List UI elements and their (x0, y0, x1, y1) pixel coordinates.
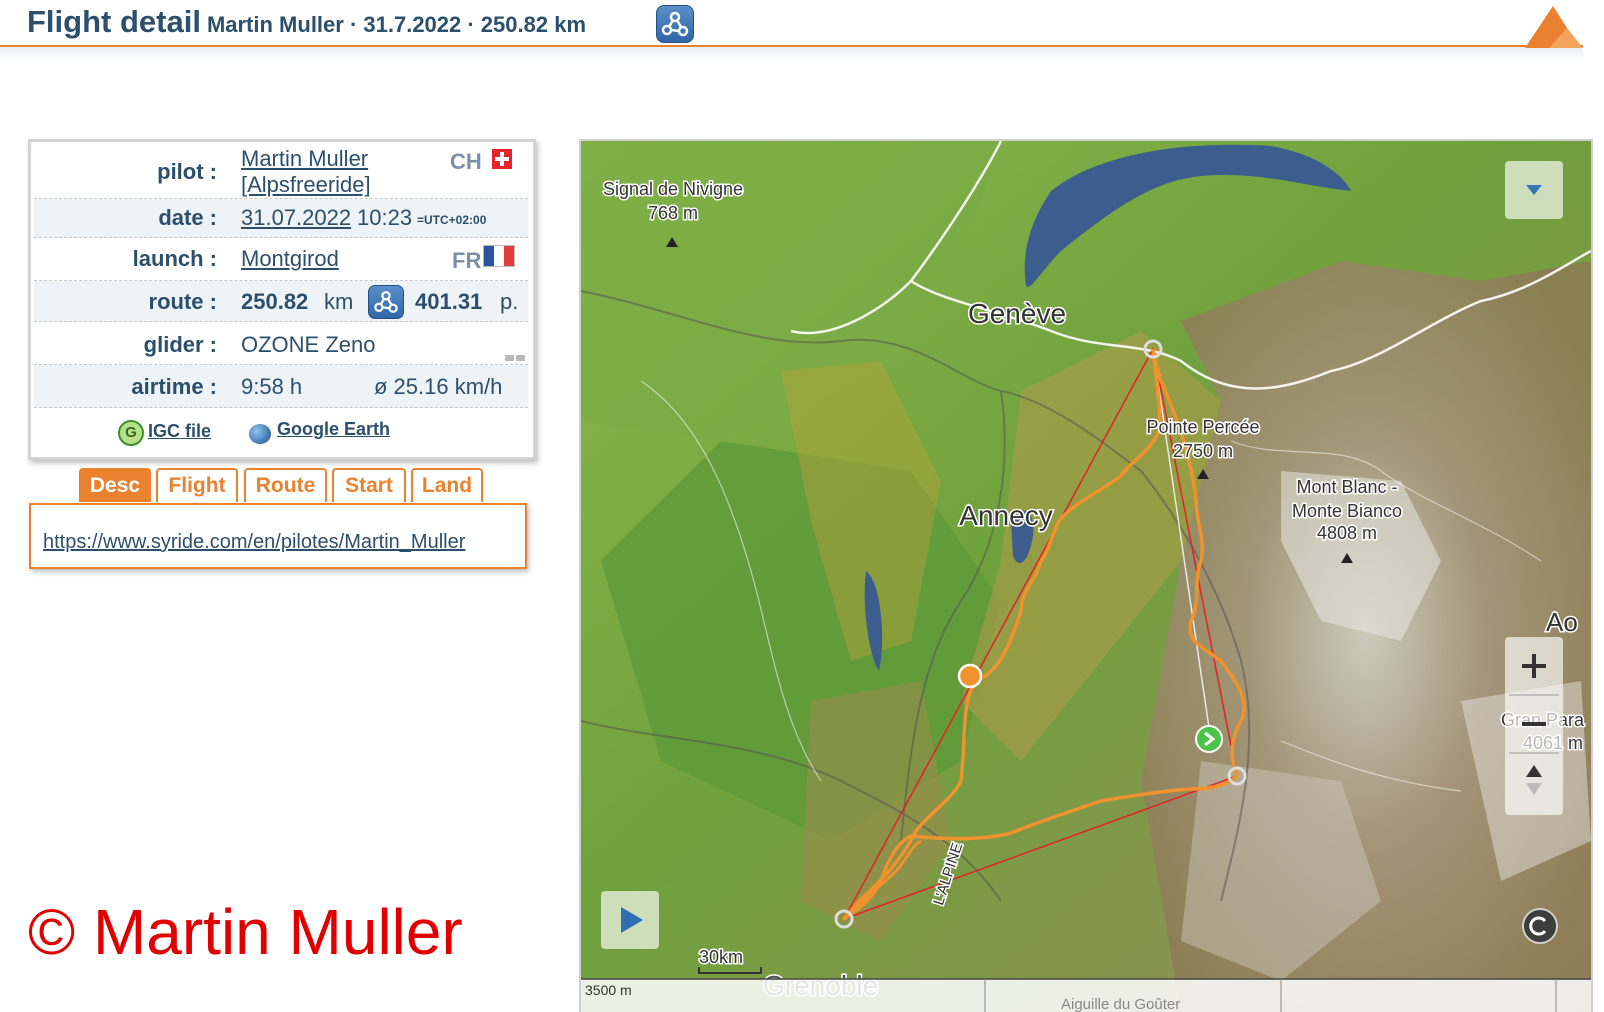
launch-country-code: FR (452, 248, 482, 273)
map-label-pointe-name: Pointe Percée (1146, 417, 1259, 437)
tilt-up-icon[interactable] (1526, 765, 1542, 777)
zoom-control (1505, 637, 1563, 815)
map-label-aosta: Ao (1546, 607, 1578, 637)
copyright-watermark: © Martin Muller (28, 896, 463, 968)
map-label-mont-blanc-2: Monte Bianco (1292, 501, 1402, 521)
route-row: route : 250.82 km 401.31 p. (34, 281, 528, 322)
pilot-label: pilot : (157, 159, 217, 184)
route-points: 401.31 (415, 289, 483, 314)
route-points-unit: p. (500, 289, 519, 314)
pilot-country-code: CH (450, 149, 482, 174)
site-logo-icon[interactable] (1525, 4, 1583, 48)
average-speed: ø 25.16 km/h (374, 374, 503, 399)
date-label: date : (158, 205, 217, 230)
route-label: route : (148, 289, 217, 314)
map-label-signal-alt: 768 m (648, 203, 698, 223)
google-earth-icon[interactable] (249, 424, 271, 444)
tab-start[interactable]: Start (332, 468, 406, 502)
zoom-control-icons (1509, 654, 1559, 795)
pilot-row: pilot : Martin Muller [Alpsfreeride] CH (34, 142, 528, 199)
resize-handle[interactable] (505, 355, 527, 361)
tab-desc[interactable]: Desc (79, 468, 151, 502)
map-label-pointe-alt: 2750 m (1173, 441, 1233, 461)
description-panel: https://www.syride.com/en/pilotes/Martin… (29, 503, 527, 569)
zoom-in-icon[interactable] (1522, 654, 1546, 678)
french-flag-icon (483, 245, 515, 267)
map-canvas[interactable]: Signal de Nivigne 768 m Genève Pointe Pe… (581, 141, 1591, 1012)
map-label-annecy: Annecy (959, 500, 1052, 531)
map-attribution-button[interactable] (1522, 908, 1558, 944)
page-subtitle: Martin Muller · 31.7.2022 · 250.82 km (206, 12, 587, 37)
date-link[interactable]: 31.07.2022 (241, 205, 351, 231)
page-title-text: Flight detail (27, 4, 201, 39)
map-layers-button[interactable] (1505, 161, 1563, 219)
pilot-club-link[interactable]: [Alpsfreeride] (241, 172, 371, 198)
route-type-badge-icon[interactable] (368, 285, 404, 319)
page-title: Flight detail Martin Muller · 31.7.2022 ·… (27, 4, 586, 40)
airtime-value: 9:58 h (241, 374, 303, 399)
launch-marker[interactable] (1195, 725, 1223, 753)
pilot-name-link[interactable]: Martin Muller (241, 146, 368, 172)
page-header: Flight detail Martin Muller · 31.7.2022 ·… (0, 0, 1604, 61)
glider-label: glider : (143, 332, 217, 357)
flight-map[interactable]: Signal de Nivigne 768 m Genève Pointe Pe… (579, 139, 1593, 1012)
google-earth-link[interactable]: Google Earth (277, 419, 390, 440)
tilt-down-icon[interactable] (1526, 783, 1542, 795)
route-type-icon[interactable] (656, 5, 694, 43)
swiss-flag-icon (492, 149, 512, 169)
glider-row: glider : OZONE Zeno (34, 322, 528, 365)
utc-offset: =UTC+02:00 (417, 213, 487, 227)
launch-row: launch : Montgirod FR (34, 238, 528, 281)
play-animation-button[interactable] (601, 891, 659, 949)
copyright-icon (1529, 916, 1547, 936)
launch-time: 10:23 (357, 205, 413, 230)
map-label-mont-blanc-alt: 4808 m (1317, 523, 1377, 543)
tab-route[interactable]: Route (244, 468, 327, 502)
igc-file-icon[interactable]: G (118, 420, 144, 446)
map-label-geneve: Genève (968, 298, 1066, 329)
tab-land[interactable]: Land (411, 468, 483, 502)
pilot-profile-link[interactable]: https://www.syride.com/en/pilotes/Martin… (43, 531, 465, 554)
tab-flight[interactable]: Flight (156, 468, 238, 502)
airtime-row: airtime : 9:58 h ø 25.16 km/h (34, 365, 528, 408)
elevation-max-label: 3500 m (585, 982, 632, 998)
route-distance-unit: km (324, 289, 354, 314)
launch-site-link[interactable]: Montgirod (241, 246, 339, 272)
igc-file-link[interactable]: IGC file (148, 421, 211, 442)
map-scale-label: 30km (699, 947, 743, 967)
chevron-down-icon (1526, 185, 1542, 195)
header-shadow (0, 47, 1583, 61)
map-label-mont-blanc-1: Mont Blanc - (1296, 477, 1397, 497)
flight-info-panel: pilot : Martin Muller [Alpsfreeride] CH … (28, 139, 536, 460)
download-links: G IGC file Google Earth (31, 412, 527, 452)
glider-value: OZONE Zeno (241, 332, 376, 357)
airtime-label: airtime : (131, 374, 217, 399)
launch-label: launch : (132, 246, 217, 271)
map-label-signal-name: Signal de Nivigne (603, 179, 743, 199)
pilot-position-marker[interactable] (957, 663, 983, 689)
play-icon (621, 907, 643, 933)
date-row: date : 31.07.2022 10:23 =UTC+02:00 (34, 199, 528, 238)
route-distance: 250.82 (241, 289, 309, 314)
zoom-out-icon[interactable] (1522, 722, 1546, 726)
